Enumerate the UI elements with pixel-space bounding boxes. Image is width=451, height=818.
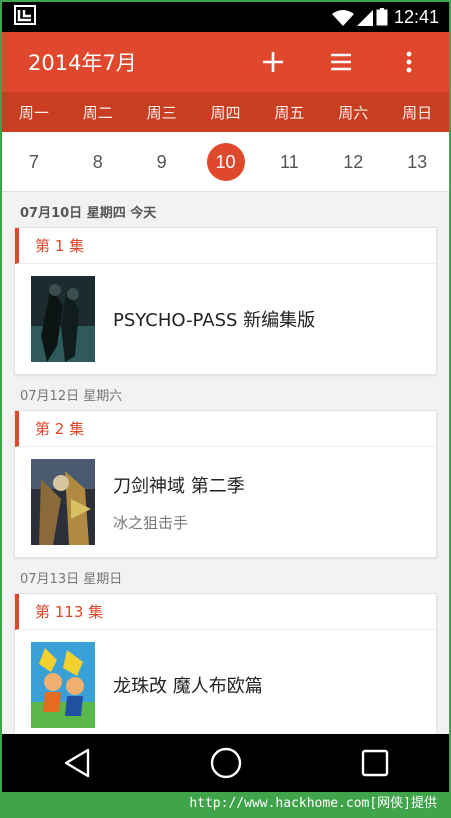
date-number: 9 (156, 151, 167, 172)
status-time: 12:41 (393, 6, 439, 27)
home-button[interactable] (204, 741, 248, 785)
date-cell-selected[interactable]: 10 (194, 142, 258, 181)
back-triangle-icon (64, 748, 89, 778)
recents-button[interactable] (353, 741, 397, 785)
date-strip: 7 8 9 10 11 12 13 (2, 132, 449, 192)
weekday-label: 周三 (146, 103, 177, 122)
date-cell[interactable]: 13 (385, 143, 449, 181)
overflow-menu-button[interactable] (387, 40, 431, 84)
episode-subtitle: 冰之狙击手 (113, 513, 189, 532)
day-header: 07月12日 星期六 (20, 389, 123, 404)
schedule-list: 07月10日 星期四 今天 第 1 集 PSYCHO-PASS 新编集版 07月… (2, 192, 449, 741)
date-number: 12 (343, 151, 364, 172)
notification-icon (14, 4, 36, 30)
date-cell[interactable]: 12 (321, 143, 385, 181)
more-vert-icon (406, 51, 412, 73)
date-number: 10 (206, 142, 245, 181)
weekday-label: 周二 (82, 103, 113, 122)
weekday-header: 周一 周二 周三 周四 周五 周六 周日 (2, 92, 449, 132)
date-cell[interactable]: 11 (257, 143, 321, 181)
anime-poster-image (31, 276, 95, 362)
anime-title: 龙珠改 魔人布欧篇 (113, 676, 263, 697)
wifi-icon (331, 10, 354, 26)
episode-card[interactable]: 第 1 集 PSYCHO-PASS 新编集版 (14, 227, 437, 375)
list-view-button[interactable] (319, 40, 363, 84)
battery-icon (376, 8, 388, 26)
anime-title: 刀剑神域 第二季 (113, 475, 245, 497)
plus-icon (263, 52, 283, 72)
weekday-label: 周五 (274, 103, 305, 122)
anime-poster-image (31, 459, 95, 545)
system-nav-bar (2, 734, 449, 792)
date-cell[interactable]: 7 (2, 143, 66, 181)
episode-card[interactable]: 第 2 集 刀剑神域 第二季 冰之狙击手 (14, 410, 437, 558)
home-circle-icon (210, 747, 241, 779)
device-screen: 12:41 2014年7月 周一 周二 周三 周四 周五 周六 周日 7 8 9… (2, 2, 449, 792)
weekday-label: 周四 (210, 103, 241, 122)
day-header: 07月13日 星期日 (20, 572, 123, 587)
recents-square-icon (361, 749, 388, 777)
date-number: 8 (92, 151, 103, 172)
app-bar: 2014年7月 (2, 32, 449, 92)
weekday-label: 周一 (18, 103, 49, 122)
day-header: 07月10日 星期四 今天 (20, 206, 157, 221)
page-title: 2014年7月 (28, 51, 137, 75)
date-number: 11 (280, 151, 299, 172)
date-number: 13 (407, 151, 428, 172)
anime-poster-image (31, 642, 95, 728)
watermark-footer: http://www.hackhome.com[网侠]提供 (0, 792, 451, 818)
episode-label: 第 2 集 (15, 411, 436, 447)
episode-label: 第 113 集 (15, 594, 436, 630)
weekday-label: 周日 (402, 103, 433, 122)
episode-card[interactable]: 第 113 集 龙珠改 魔人布欧篇 (14, 593, 437, 741)
anime-title: PSYCHO-PASS 新编集版 (113, 310, 316, 331)
back-button[interactable] (55, 741, 99, 785)
weekday-label: 周六 (338, 103, 369, 122)
signal-icon (356, 10, 373, 26)
menu-icon (331, 53, 351, 71)
episode-label: 第 1 集 (15, 228, 436, 264)
date-cell[interactable]: 8 (66, 143, 130, 181)
add-button[interactable] (251, 40, 295, 84)
date-cell[interactable]: 9 (130, 143, 194, 181)
status-bar: 12:41 (2, 2, 449, 32)
date-number: 7 (28, 151, 39, 172)
